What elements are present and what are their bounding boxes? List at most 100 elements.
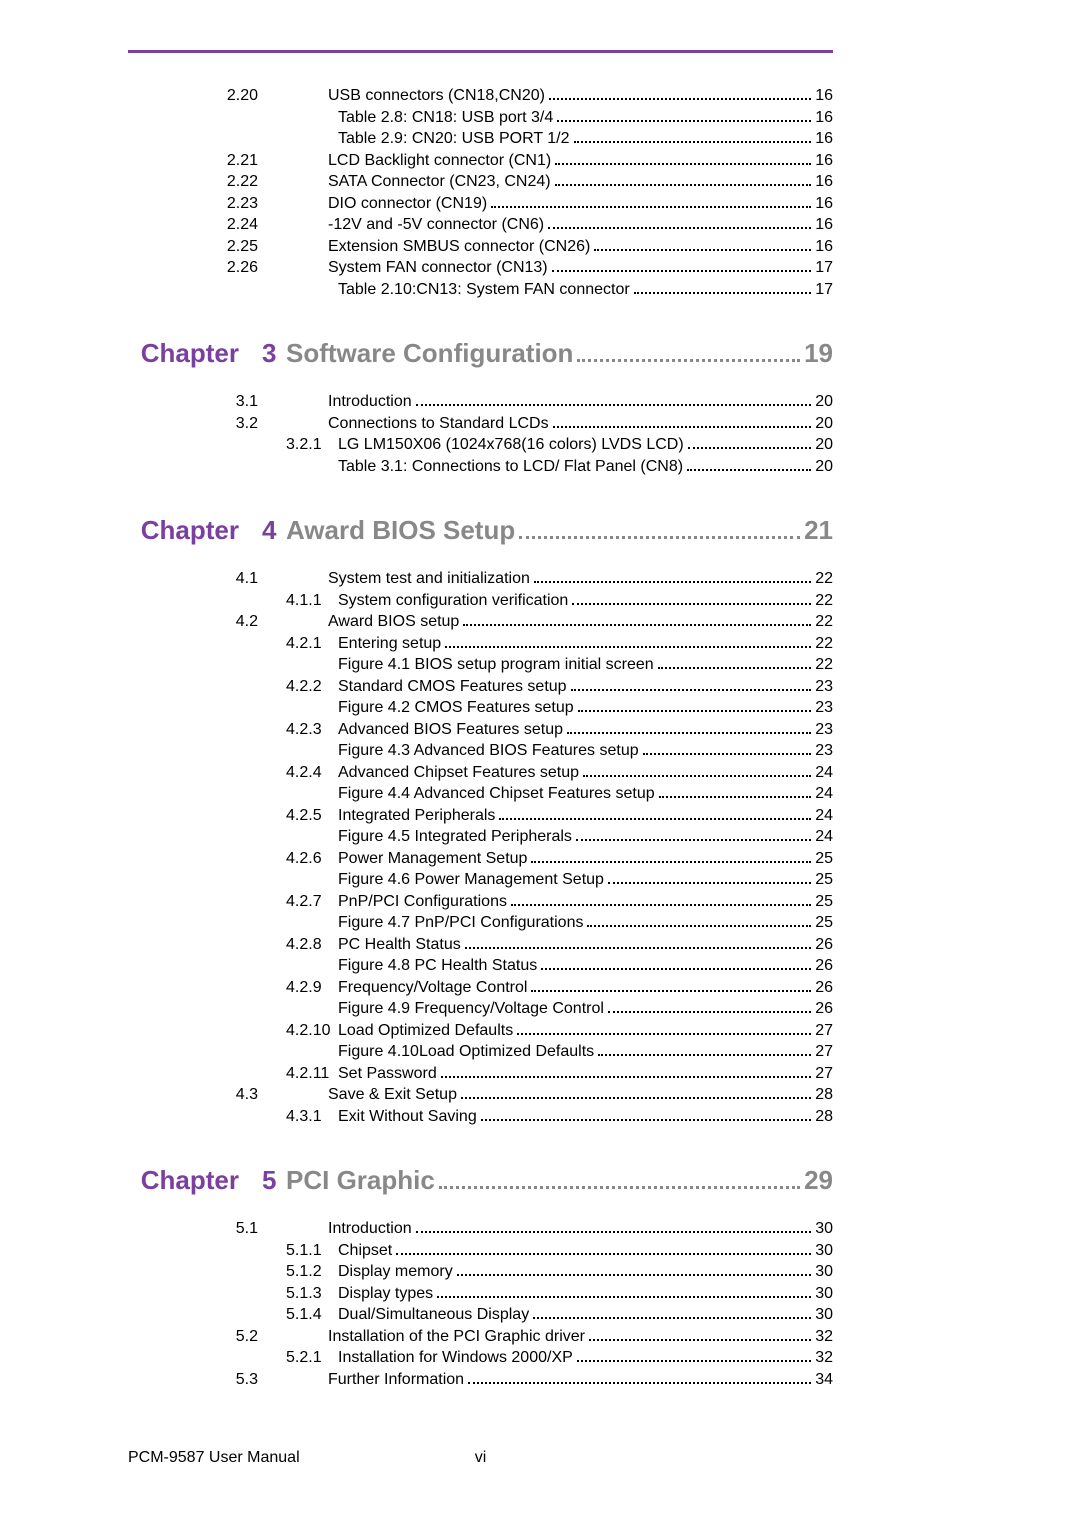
section-number: 2.22 bbox=[128, 171, 286, 193]
toc-subsection-row: 4.3.1Exit Without Saving 28 bbox=[128, 1106, 833, 1128]
toc-subsection-row: 5.1.1Chipset 30 bbox=[128, 1240, 833, 1262]
toc-entry-label: Further Information bbox=[328, 1369, 464, 1391]
toc-entry-label: Figure 4.9 Frequency/Voltage Control bbox=[338, 998, 604, 1020]
toc-entry-label: Installation of the PCI Graphic driver bbox=[328, 1326, 585, 1348]
toc-entry-page: 26 bbox=[815, 998, 833, 1020]
toc-figure-row: Figure 4.9 Frequency/Voltage Control 26 bbox=[128, 998, 833, 1020]
leader-dots bbox=[439, 1166, 800, 1189]
toc-entry-page: 29 bbox=[804, 1165, 833, 1196]
toc-entry-page: 16 bbox=[815, 214, 833, 236]
toc-entry-label: System FAN connector (CN13) bbox=[328, 257, 548, 279]
toc-entry-label: Dual/Simultaneous Display bbox=[338, 1304, 529, 1326]
toc-entry-label: PnP/PCI Configurations bbox=[338, 891, 507, 913]
subsection-number: 4.2.3 bbox=[286, 719, 338, 741]
toc-entry-page: 16 bbox=[815, 107, 833, 129]
toc-entry-page: 28 bbox=[815, 1106, 833, 1128]
toc-entry-page: 25 bbox=[815, 891, 833, 913]
toc-entry-page: 16 bbox=[815, 85, 833, 107]
footer-manual-title: PCM-9587 User Manual bbox=[128, 1449, 300, 1467]
subsection-number: 4.2.7 bbox=[286, 891, 338, 913]
section-number: 3.1 bbox=[128, 391, 286, 413]
toc-entry-page: 16 bbox=[815, 236, 833, 258]
leader-dots bbox=[557, 107, 811, 121]
leader-dots bbox=[571, 676, 812, 690]
subsection-number: 4.2.4 bbox=[286, 762, 338, 784]
toc-entry-label: Figure 4.3 Advanced BIOS Features setup bbox=[338, 740, 639, 762]
toc-entry-label: Set Password bbox=[338, 1063, 437, 1085]
toc-figure-row: Figure 4.5 Integrated Peripherals 24 bbox=[128, 826, 833, 848]
leader-dots bbox=[517, 1020, 811, 1034]
toc-section-row: 5.3Further Information 34 bbox=[128, 1369, 833, 1391]
toc-section-row: 4.2Award BIOS setup 22 bbox=[128, 611, 833, 633]
toc-entry-label: DIO connector (CN19) bbox=[328, 193, 487, 215]
toc-section-row: 2.20USB connectors (CN18,CN20) 16 bbox=[128, 85, 833, 107]
toc-section-row: 2.23DIO connector (CN19) 16 bbox=[128, 193, 833, 215]
leader-dots bbox=[576, 827, 811, 841]
toc-entry-page: 26 bbox=[815, 955, 833, 977]
leader-dots bbox=[552, 258, 812, 272]
subsection-number: 4.2.2 bbox=[286, 676, 338, 698]
leader-dots bbox=[461, 1085, 811, 1099]
section-number: 2.21 bbox=[128, 150, 286, 172]
leader-dots bbox=[577, 339, 800, 362]
toc-entry-label: Introduction bbox=[328, 1218, 412, 1240]
leader-dots bbox=[541, 956, 811, 970]
toc-entry-label: Frequency/Voltage Control bbox=[338, 977, 527, 999]
leader-dots bbox=[553, 413, 812, 427]
leader-dots bbox=[491, 193, 811, 207]
toc-entry-page: 25 bbox=[815, 848, 833, 870]
toc-subsection-row: 4.2.4Advanced Chipset Features setup 24 bbox=[128, 762, 833, 784]
toc-entry-label: SATA Connector (CN23, CN24) bbox=[328, 171, 551, 193]
section-number: 3.2 bbox=[128, 413, 286, 435]
toc-entry-label: Advanced BIOS Features setup bbox=[338, 719, 563, 741]
leader-dots bbox=[548, 215, 811, 229]
subsection-number: 4.2.11 bbox=[286, 1063, 338, 1085]
subsection-number: 5.1.1 bbox=[286, 1240, 338, 1262]
toc-entry-label: Save & Exit Setup bbox=[328, 1084, 457, 1106]
leader-dots bbox=[499, 805, 811, 819]
toc-entry-page: 16 bbox=[815, 150, 833, 172]
toc-entry-page: 20 bbox=[815, 434, 833, 456]
toc-entry-page: 27 bbox=[815, 1020, 833, 1042]
leader-dots bbox=[567, 719, 811, 733]
toc-subsection-row: 4.2.5Integrated Peripherals 24 bbox=[128, 805, 833, 827]
section-number: 5.2 bbox=[128, 1326, 286, 1348]
toc-entry-label: Award BIOS setup bbox=[328, 611, 459, 633]
section-number: 2.26 bbox=[128, 257, 286, 279]
toc-entry-page: 22 bbox=[815, 654, 833, 676]
header-rule bbox=[128, 50, 833, 53]
toc-entry-page: 16 bbox=[815, 171, 833, 193]
toc-subsection-row: 5.1.2Display memory 30 bbox=[128, 1261, 833, 1283]
toc-entry-page: 17 bbox=[815, 279, 833, 301]
toc-entry-page: 34 bbox=[815, 1369, 833, 1391]
toc-subsection-row: 5.1.3Display types 30 bbox=[128, 1283, 833, 1305]
toc-section-row: 5.2 Installation of the PCI Graphic drive… bbox=[128, 1326, 833, 1348]
toc-figure-row: Figure 4.3 Advanced BIOS Features setup … bbox=[128, 740, 833, 762]
toc-section-row: 2.21LCD Backlight connector (CN1) 16 bbox=[128, 150, 833, 172]
leader-dots bbox=[396, 1240, 811, 1254]
toc-entry-label: Standard CMOS Features setup bbox=[338, 676, 567, 698]
toc-entry-label: Extension SMBUS connector (CN26) bbox=[328, 236, 590, 258]
toc-entry-label: PCI Graphic bbox=[286, 1165, 435, 1196]
toc-entry-label: PC Health Status bbox=[338, 934, 461, 956]
toc-figure-row: Figure 4.2 CMOS Features setup 23 bbox=[128, 697, 833, 719]
subsection-number: 4.2.1 bbox=[286, 633, 338, 655]
leader-dots bbox=[594, 236, 811, 250]
toc-section-row: 3.2Connections to Standard LCDs 20 bbox=[128, 413, 833, 435]
leader-dots bbox=[463, 612, 811, 626]
leader-dots bbox=[583, 762, 811, 776]
toc-entry-label: Display types bbox=[338, 1283, 433, 1305]
toc-figure-row: Figure 4.1 BIOS setup program initial sc… bbox=[128, 654, 833, 676]
toc-entry-label: Award BIOS Setup bbox=[286, 515, 515, 546]
section-number: 4.2 bbox=[128, 611, 286, 633]
leader-dots bbox=[687, 456, 811, 470]
subsection-number: 4.2.5 bbox=[286, 805, 338, 827]
toc-entry-page: 28 bbox=[815, 1084, 833, 1106]
toc-section-row: 2.22 SATA Connector (CN23, CN24) 16 bbox=[128, 171, 833, 193]
toc-entry-page: 30 bbox=[815, 1261, 833, 1283]
leader-dots bbox=[465, 934, 811, 948]
toc-entry-label: Software Configuration bbox=[286, 338, 573, 369]
toc-section-row: 3.1Introduction 20 bbox=[128, 391, 833, 413]
toc-figure-row: Figure 4.4 Advanced Chipset Features set… bbox=[128, 783, 833, 805]
toc-subsection-row: 4.2.11Set Password 27 bbox=[128, 1063, 833, 1085]
